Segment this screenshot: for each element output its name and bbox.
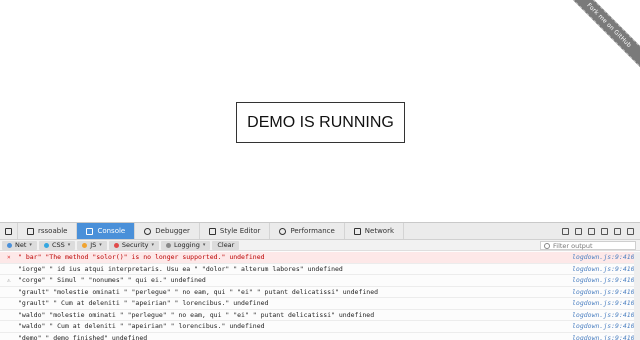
filter-js-button[interactable]: JS ▾ bbox=[77, 240, 107, 250]
source-location-link[interactable]: logdown.js:9:4100 bbox=[572, 253, 640, 261]
network-icon bbox=[353, 227, 361, 235]
console-message: "grault" " Cum at deleniti " "apeirian" … bbox=[18, 299, 269, 308]
fork-ribbon[interactable]: Fork me on GitHub bbox=[560, 0, 640, 80]
error-icon: × bbox=[7, 253, 11, 261]
filter-logging-button[interactable]: Logging ▾ bbox=[161, 240, 211, 250]
console-message: "waldo" " Cum at deleniti " "apeirian" "… bbox=[18, 322, 265, 331]
close-icon[interactable] bbox=[627, 227, 634, 235]
source-location-link[interactable]: logdown.js:9:4100 bbox=[572, 311, 640, 319]
page: Fork me on GitHub DEMO IS RUNNING rssoab… bbox=[0, 0, 640, 340]
source-location-link[interactable]: logdown.js:9:4100 bbox=[572, 299, 640, 307]
filter-security-button[interactable]: Security ▾ bbox=[108, 240, 160, 250]
source-location-link[interactable]: logdown.js:9:4100 bbox=[572, 322, 640, 330]
tab-console[interactable]: Console bbox=[77, 223, 136, 239]
tab-label: rssoable bbox=[38, 227, 68, 235]
console-log-row[interactable]: "iorge" " id ius atqui interpretaris. Us… bbox=[0, 264, 640, 275]
filter-label: Security bbox=[121, 241, 149, 249]
devtools-tabbar: rssoable Console Debugger Style Editor P… bbox=[0, 223, 640, 240]
filter-output-input[interactable]: Filter output bbox=[540, 240, 636, 250]
tab-label: Console bbox=[97, 227, 126, 235]
net-dot-icon bbox=[7, 242, 12, 248]
console-filterbar: Net ▾ CSS ▾ JS ▾ Security ▾ Logging ▾ Cl… bbox=[0, 240, 640, 251]
clear-label: Clear bbox=[217, 241, 235, 249]
debugger-icon bbox=[144, 227, 152, 235]
console-icon bbox=[86, 227, 94, 235]
logging-dot-icon bbox=[166, 242, 172, 248]
fork-ribbon-label[interactable]: Fork me on GitHub bbox=[560, 0, 640, 77]
source-location-link[interactable]: logdown.js:9:4100 bbox=[572, 288, 640, 296]
filter-css-button[interactable]: CSS ▾ bbox=[38, 240, 76, 250]
clear-button[interactable]: Clear bbox=[212, 240, 240, 250]
tab-label: Performance bbox=[290, 227, 335, 235]
tab-label: Debugger bbox=[155, 227, 190, 235]
console-error-row[interactable]: × " bar" "The method "solor()" is no long… bbox=[0, 252, 640, 264]
inspect-icon bbox=[5, 227, 12, 235]
console-message: "waldo" "molestie ominati " "perlegue" "… bbox=[18, 310, 375, 319]
log-gutter-icon: ⚠ bbox=[7, 276, 11, 284]
tab-label: Network bbox=[364, 227, 395, 235]
demo-status-label: DEMO IS RUNNING bbox=[247, 113, 394, 131]
tab-network[interactable]: Network bbox=[345, 223, 405, 239]
filter-label: JS bbox=[90, 241, 97, 249]
filter-label: Net bbox=[15, 241, 27, 249]
tab-debugger[interactable]: Debugger bbox=[135, 223, 200, 239]
console-message: "grault" "molestie ominati " "perlegue" … bbox=[18, 287, 379, 296]
console-log-row[interactable]: "waldo" " Cum at deleniti " "apeirian" "… bbox=[0, 321, 640, 333]
devtools-toolbox-buttons bbox=[562, 223, 640, 239]
console-message: "demo" " demo finished" undefined bbox=[18, 333, 148, 340]
chevron-down-icon: ▾ bbox=[202, 242, 206, 248]
console-log-row[interactable]: "grault" " Cum at deleniti " "apeirian" … bbox=[0, 298, 640, 310]
console-message: "corge" " Simul " "nonumes" " qui ei." u… bbox=[18, 276, 206, 285]
frame-icon bbox=[27, 227, 34, 235]
console-log-row[interactable]: "waldo" "molestie ominati " "perlegue" "… bbox=[0, 310, 640, 321]
source-location-link[interactable]: logdown.js:9:4100 bbox=[572, 276, 640, 284]
console-log-row[interactable]: "demo" " demo finished" undefined logdown… bbox=[0, 333, 640, 340]
tab-label: Style Editor bbox=[219, 227, 261, 235]
console-scrollbar[interactable] bbox=[634, 252, 640, 340]
console-message: "iorge" " id ius atqui interpretaris. Us… bbox=[18, 264, 343, 273]
tab-performance[interactable]: Performance bbox=[270, 223, 345, 239]
inspect-element-button[interactable] bbox=[0, 223, 18, 239]
source-location-link[interactable]: logdown.js:9:4100 bbox=[572, 334, 640, 340]
tab-style-editor[interactable]: Style Editor bbox=[200, 223, 271, 239]
console-message: " bar" "The method "solor()" is no longe… bbox=[18, 253, 265, 262]
demo-status-box: DEMO IS RUNNING bbox=[236, 102, 405, 143]
filter-net-button[interactable]: Net ▾ bbox=[2, 240, 37, 250]
undock-icon[interactable] bbox=[614, 227, 621, 235]
filter-label: CSS bbox=[51, 241, 65, 249]
console-log-row[interactable]: "grault" "molestie ominati " "perlegue" … bbox=[0, 287, 640, 298]
tab-inspector-frame[interactable]: rssoable bbox=[18, 223, 78, 239]
chevron-down-icon: ▾ bbox=[29, 242, 32, 248]
performance-icon bbox=[279, 227, 287, 235]
console-log-row[interactable]: ⚠ "corge" " Simul " "nonumes" " qui ei." … bbox=[0, 275, 640, 287]
chevron-down-icon: ▾ bbox=[67, 242, 71, 248]
console-output: × " bar" "The method "solor()" is no long… bbox=[0, 252, 640, 340]
dock-icon[interactable] bbox=[601, 227, 608, 235]
css-dot-icon bbox=[43, 242, 49, 248]
responsive-design-icon[interactable] bbox=[575, 227, 582, 235]
filter-label: Logging bbox=[174, 241, 200, 249]
js-dot-icon bbox=[82, 242, 88, 248]
split-console-icon[interactable] bbox=[562, 227, 569, 235]
gear-icon[interactable] bbox=[588, 227, 595, 235]
tabbar-spacer bbox=[404, 223, 562, 239]
style-editor-icon bbox=[208, 227, 216, 235]
chevron-down-icon: ▾ bbox=[99, 242, 102, 248]
security-dot-icon bbox=[113, 242, 119, 248]
devtools-panel: rssoable Console Debugger Style Editor P… bbox=[0, 222, 640, 340]
chevron-down-icon: ▾ bbox=[151, 242, 155, 248]
source-location-link[interactable]: logdown.js:9:4100 bbox=[572, 265, 640, 273]
